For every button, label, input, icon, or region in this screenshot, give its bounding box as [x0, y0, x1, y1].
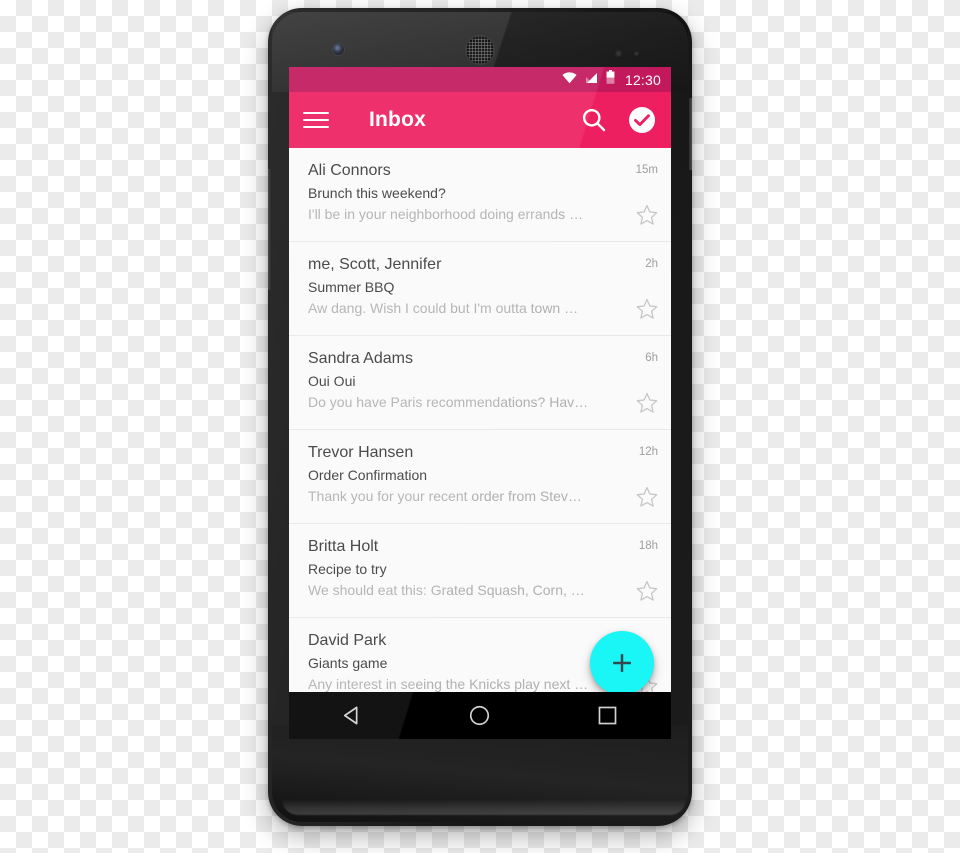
search-icon[interactable] [579, 105, 609, 135]
row-header: Ali Connors 15m [308, 162, 671, 180]
earpiece-speaker-icon [466, 36, 494, 64]
list-item[interactable]: Sandra Adams 6h Oui Oui Do you have Pari… [289, 336, 671, 430]
list-item[interactable]: Ali Connors 15m Brunch this weekend? I'l… [289, 148, 671, 242]
sender-name: me, Scott, Jennifer [308, 256, 442, 273]
sender-name: Sandra Adams [308, 350, 413, 367]
email-subject: Order Confirmation [308, 467, 428, 484]
row-header: me, Scott, Jennifer 2h [308, 256, 671, 274]
timestamp: 18h [638, 540, 658, 552]
status-bar-clock: 12:30 [624, 71, 661, 88]
plus-icon [613, 654, 631, 672]
sender-name: Britta Holt [308, 538, 379, 555]
android-navigation-bar [289, 692, 671, 739]
device-bottom-bezel [272, 726, 688, 822]
timestamp [658, 632, 671, 634]
email-subject: Brunch this weekend? [308, 185, 446, 202]
star-icon[interactable] [635, 297, 659, 321]
email-subject: Oui Oui [308, 373, 356, 390]
row-header: Britta Holt 18h [308, 538, 671, 556]
volume-rocker-button[interactable] [268, 169, 271, 290]
home-circle-icon[interactable] [460, 696, 500, 736]
email-snippet: Any interest in seeing the Knicks play n… [308, 676, 589, 693]
list-item[interactable]: me, Scott, Jennifer 2h Summer BBQ Aw dan… [289, 242, 671, 336]
back-triangle-icon[interactable] [333, 696, 373, 736]
list-item[interactable]: Britta Holt 18h Recipe to try We should … [289, 524, 671, 618]
list-item[interactable]: Trevor Hansen 12h Order Confirmation Tha… [289, 430, 671, 524]
proximity-sensor-icon [615, 50, 622, 57]
star-icon[interactable] [635, 391, 659, 415]
hamburger-line [303, 112, 329, 114]
email-snippet: We should eat this: Grated Squash, Corn,… [308, 582, 585, 599]
light-sensor-icon [634, 51, 639, 56]
email-snippet: Aw dang. Wish I could but I'm outta town… [308, 300, 579, 317]
star-icon[interactable] [635, 579, 659, 603]
email-snippet: Thank you for your recent order from Ste… [308, 488, 582, 505]
status-bar: 12:30 [289, 67, 671, 92]
wifi-icon [562, 71, 577, 89]
hamburger-line [303, 119, 329, 121]
timestamp: 2h [645, 258, 658, 270]
email-subject: Recipe to try [308, 561, 387, 578]
email-snippet: Do you have Paris recommendations? Hav… [308, 394, 589, 411]
recents-square-icon[interactable] [587, 696, 627, 736]
star-icon[interactable] [635, 485, 659, 509]
row-header: Trevor Hansen 12h [308, 444, 671, 462]
check-circle-icon[interactable] [627, 105, 657, 135]
timestamp: 15m [635, 164, 658, 176]
device-chin-edge-highlight [282, 799, 686, 815]
phone-device-frame: 12:30 Inbox Ali Connors 15m Brunch this … [268, 8, 692, 826]
power-button[interactable] [689, 98, 692, 170]
sender-name: Trevor Hansen [308, 444, 414, 461]
email-snippet: I'll be in your neighborhood doing erran… [308, 206, 584, 223]
app-toolbar: Inbox [289, 92, 671, 148]
timestamp: 6h [645, 352, 658, 364]
compose-fab-button[interactable] [590, 631, 654, 695]
email-subject: Summer BBQ [308, 279, 395, 296]
sender-name: Ali Connors [308, 162, 391, 179]
star-icon[interactable] [635, 203, 659, 227]
battery-icon [606, 70, 615, 89]
phone-screen: 12:30 Inbox Ali Connors 15m Brunch this … [289, 67, 671, 739]
timestamp: 12h [638, 446, 658, 458]
row-header: Sandra Adams 6h [308, 350, 671, 368]
email-list: Ali Connors 15m Brunch this weekend? I'l… [289, 148, 671, 712]
front-camera-icon [333, 44, 344, 55]
page-title: Inbox [369, 108, 426, 131]
hamburger-menu-icon[interactable] [303, 107, 329, 133]
signal-icon [585, 71, 598, 89]
hamburger-line [303, 126, 329, 128]
